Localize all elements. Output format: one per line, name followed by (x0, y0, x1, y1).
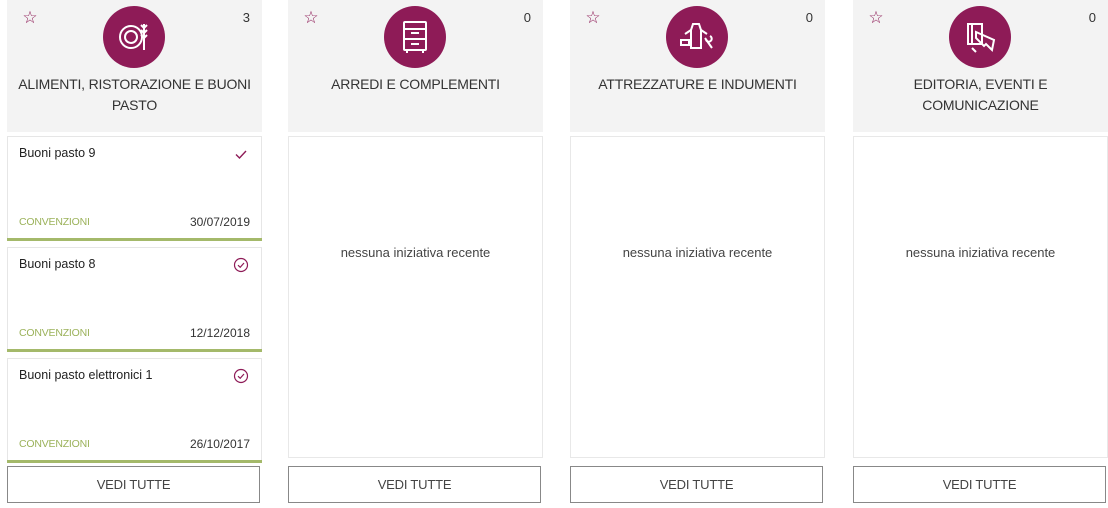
category-count: 3 (242, 10, 250, 25)
see-all-button[interactable]: VEDI TUTTE (7, 466, 260, 503)
drawer-cabinet-icon (384, 6, 446, 68)
check-icon (235, 150, 247, 160)
tools-clothing-icon (666, 6, 728, 68)
see-all-button[interactable]: VEDI TUTTE (288, 466, 541, 503)
category-header: ☆ 3 ALIMENTI, RISTORAZIONE E BUONI PASTO (7, 0, 262, 132)
circle-check-icon (233, 368, 249, 384)
category-initiatives-list: nessuna iniziativa recente (570, 132, 825, 458)
category-count: 0 (523, 10, 531, 25)
initiative-date: 30/07/2019 (189, 215, 250, 229)
category-title[interactable]: EDITORIA, EVENTI E COMUNICAZIONE (863, 74, 1098, 116)
initiative-title: Buoni pasto 8 (19, 257, 96, 271)
initiative-card[interactable]: Buoni pasto 9 CONVENZIONI 30/07/2019 (7, 136, 262, 241)
initiative-type: CONVENZIONI (19, 438, 90, 450)
card-accent-bar (7, 238, 262, 241)
favorite-star-icon[interactable]: ☆ (583, 8, 603, 28)
category-column-publishing: ☆ 0 EDITORIA, EVENTI E COMUNICAZIONE nes… (853, 0, 1108, 508)
category-title[interactable]: ARREDI E COMPLEMENTI (298, 74, 533, 95)
empty-state-text: nessuna iniziativa recente (622, 245, 773, 260)
empty-state: nessuna iniziativa recente (570, 136, 825, 458)
category-column-equipment: ☆ 0 ATTREZZATURE E INDUMENTI nessuna ini… (570, 0, 825, 508)
book-megaphone-icon (949, 6, 1011, 68)
favorite-star-icon[interactable]: ☆ (20, 8, 40, 28)
category-header: ☆ 0 EDITORIA, EVENTI E COMUNICAZIONE (853, 0, 1108, 132)
empty-state-text: nessuna iniziativa recente (905, 245, 1056, 260)
initiative-date: 12/12/2018 (189, 326, 250, 340)
initiative-card[interactable]: Buoni pasto elettronici 1 CONVENZIONI 26… (7, 358, 262, 463)
card-accent-bar (7, 460, 262, 463)
empty-state: nessuna iniziativa recente (288, 136, 543, 458)
see-all-button[interactable]: VEDI TUTTE (853, 466, 1106, 503)
category-title[interactable]: ALIMENTI, RISTORAZIONE E BUONI PASTO (17, 74, 252, 116)
initiative-title: Buoni pasto elettronici 1 (19, 368, 153, 382)
initiative-type: CONVENZIONI (19, 327, 90, 339)
empty-state: nessuna iniziativa recente (853, 136, 1108, 458)
category-initiatives-list: Buoni pasto 9 CONVENZIONI 30/07/2019 Buo… (7, 132, 262, 463)
initiative-title: Buoni pasto 9 (19, 146, 96, 160)
category-header: ☆ 0 ATTREZZATURE E INDUMENTI (570, 0, 825, 132)
initiative-type: CONVENZIONI (19, 216, 90, 228)
category-column-food: ☆ 3 ALIMENTI, RISTORAZIONE E BUONI PASTO… (7, 0, 262, 508)
see-all-button[interactable]: VEDI TUTTE (570, 466, 823, 503)
category-initiatives-list: nessuna iniziativa recente (853, 132, 1108, 458)
favorite-star-icon[interactable]: ☆ (866, 8, 886, 28)
card-accent-bar (7, 349, 262, 352)
initiative-card[interactable]: Buoni pasto 8 CONVENZIONI 12/12/2018 (7, 247, 262, 352)
food-plate-wheat-icon (103, 6, 165, 68)
category-title[interactable]: ATTREZZATURE E INDUMENTI (580, 74, 815, 95)
category-initiatives-list: nessuna iniziativa recente (288, 132, 543, 458)
category-column-furniture: ☆ 0 ARREDI E COMPLEMENTI nessuna iniziat… (288, 0, 543, 508)
category-header: ☆ 0 ARREDI E COMPLEMENTI (288, 0, 543, 132)
empty-state-text: nessuna iniziativa recente (340, 245, 491, 260)
category-count: 0 (805, 10, 813, 25)
circle-check-icon (233, 257, 249, 273)
favorite-star-icon[interactable]: ☆ (301, 8, 321, 28)
initiative-date: 26/10/2017 (189, 437, 250, 451)
category-count: 0 (1088, 10, 1096, 25)
